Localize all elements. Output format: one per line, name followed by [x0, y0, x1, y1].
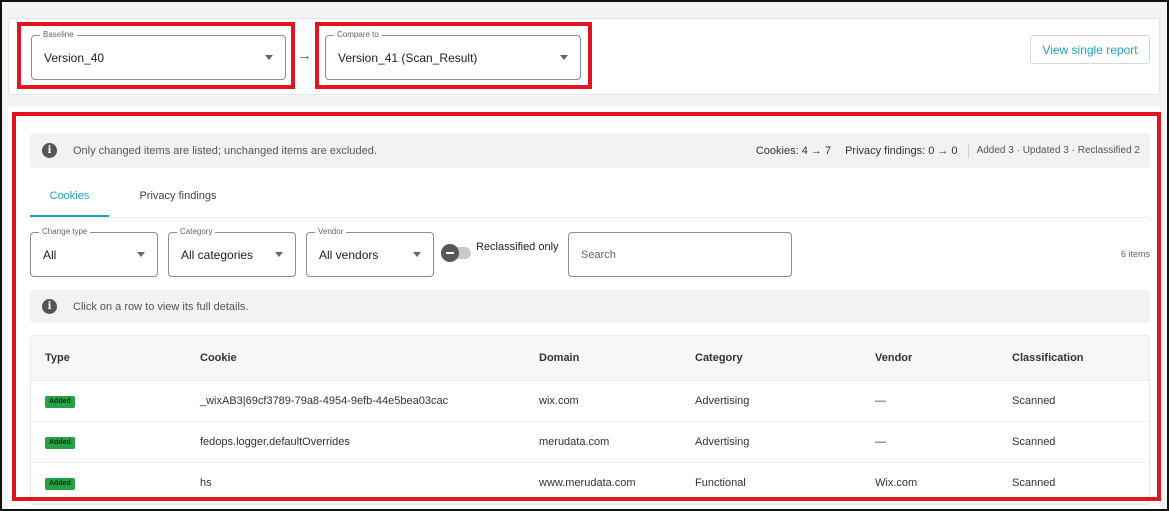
privacy-stat: Privacy findings: 0 → 0 — [845, 144, 958, 157]
column-header-type[interactable]: Type — [31, 352, 186, 364]
column-header-classification[interactable]: Classification — [998, 352, 1148, 364]
added-badge: Added — [45, 437, 75, 449]
category-select[interactable]: Category All categories — [168, 227, 296, 277]
cookie-classification: Scanned — [1012, 477, 1056, 489]
reclassified-only-toggle[interactable]: Reclassified only — [441, 241, 559, 262]
chevron-down-icon — [137, 252, 145, 257]
diff-stats: Cookies: 4 → 7 Privacy findings: 0 → 0 A… — [756, 133, 1140, 168]
column-header-category[interactable]: Category — [681, 352, 861, 364]
added-badge: Added — [45, 478, 75, 490]
vendor-label: Vendor — [315, 227, 347, 237]
hint-bar: i Click on a row to view its full detail… — [30, 290, 1150, 323]
cookie-name: fedops.logger.defaultOverrides — [200, 436, 350, 448]
arrow-right-icon: → — [297, 47, 312, 64]
search-input[interactable] — [568, 232, 792, 277]
table-header: Type Cookie Domain Category Vendor Class… — [31, 336, 1149, 381]
hint-text: Click on a row to view its full details. — [73, 300, 249, 313]
toggle-knob[interactable] — [441, 244, 459, 262]
compare-to-select[interactable]: Compare to Version_41 (Scan_Result) — [325, 30, 581, 80]
baseline-value: Version_40 — [44, 50, 105, 65]
cookie-name: _wixAB3|69cf3789-79a8-4954-9efb-44e5bea0… — [200, 395, 449, 407]
cookie-category: Advertising — [695, 436, 750, 448]
notice-text: Only changed items are listed; unchanged… — [73, 144, 377, 157]
info-icon: i — [42, 143, 57, 158]
table-row[interactable]: Added fedops.logger.defaultOverrides mer… — [31, 422, 1149, 463]
cookie-vendor: — — [875, 436, 886, 448]
cookie-category: Advertising — [695, 395, 750, 407]
stats-divider — [967, 143, 969, 158]
chevron-down-icon — [560, 55, 568, 60]
vendor-select[interactable]: Vendor All vendors — [306, 227, 434, 277]
cookie-classification: Scanned — [1012, 395, 1056, 407]
notice-bar: i Only changed items are listed; unchang… — [30, 133, 1150, 168]
column-header-domain[interactable]: Domain — [525, 352, 681, 364]
change-type-label: Change type — [39, 227, 91, 237]
result-tabs: Cookies Privacy findings — [30, 182, 247, 217]
cookie-vendor: Wix.com — [875, 477, 918, 489]
vendor-value: All vendors — [319, 247, 379, 262]
cookie-domain: www.merudata.com — [539, 477, 636, 489]
compare-to-label: Compare to — [334, 30, 382, 40]
chevron-down-icon — [275, 252, 283, 257]
cookie-classification: Scanned — [1012, 436, 1056, 448]
baseline-select[interactable]: Baseline Version_40 — [31, 30, 286, 80]
baseline-label: Baseline — [40, 30, 77, 40]
cookie-domain: wix.com — [539, 395, 579, 407]
change-summary: Added 3 · Updated 3 · Reclassified 2 — [976, 145, 1140, 156]
cookie-domain: merudata.com — [539, 436, 610, 448]
view-single-report-button[interactable]: View single report — [1030, 35, 1150, 64]
category-label: Category — [177, 227, 216, 237]
change-type-value: All — [43, 247, 57, 262]
tab-privacy-findings[interactable]: Privacy findings — [109, 182, 247, 217]
tabs-divider — [30, 217, 1150, 218]
item-count: 6 items — [1120, 249, 1150, 259]
table-row[interactable]: Added _wixAB3|69cf3789-79a8-4954-9efb-44… — [31, 381, 1149, 422]
chevron-down-icon — [265, 55, 273, 60]
change-type-select[interactable]: Change type All — [30, 227, 158, 277]
reclassified-only-label: Reclassified only — [476, 241, 559, 253]
diff-results-panel: i Only changed items are listed; unchang… — [8, 107, 1160, 511]
cookie-vendor: — — [875, 395, 886, 407]
cookie-category: Functional — [695, 477, 746, 489]
toggle-track[interactable] — [441, 244, 471, 262]
column-header-cookie[interactable]: Cookie — [186, 352, 525, 364]
cookie-name: hs — [200, 477, 212, 489]
cookies-stat: Cookies: 4 → 7 — [755, 144, 832, 157]
added-badge: Added — [45, 396, 75, 408]
table-row[interactable]: Added hs www.merudata.com Functional Wix… — [31, 463, 1149, 504]
tab-cookies[interactable]: Cookies — [30, 182, 109, 217]
compare-to-value: Version_41 (Scan_Result) — [338, 50, 478, 65]
category-value: All categories — [181, 247, 254, 262]
cookie-changes-table: Type Cookie Domain Category Vendor Class… — [30, 335, 1150, 505]
info-icon: i — [42, 299, 57, 314]
chevron-down-icon — [413, 252, 421, 257]
column-header-vendor[interactable]: Vendor — [861, 352, 998, 364]
